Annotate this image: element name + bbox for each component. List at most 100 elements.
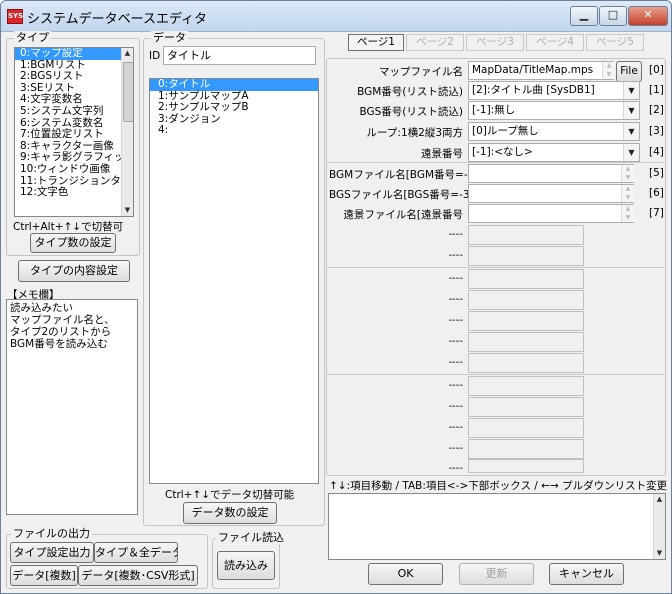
- type-all-data-output-button[interactable]: タイプ＆全データ: [94, 542, 178, 563]
- spin-down-icon[interactable]: ▼: [603, 71, 615, 80]
- loop-select[interactable]: [0]ループ無し ▼: [468, 122, 640, 141]
- data-multi-output-button[interactable]: データ[複数]: [10, 565, 78, 586]
- bgs-file-input[interactable]: [468, 184, 634, 203]
- type-list-item[interactable]: 5:システム文字列: [15, 105, 133, 118]
- empty-field-label: ----: [448, 294, 463, 305]
- cancel-button[interactable]: キャンセル: [549, 563, 624, 585]
- file-output-label: ファイルの出力: [11, 527, 92, 540]
- data-switch-hint: Ctrl+↑↓でデータ切替可能: [165, 489, 295, 501]
- data-list-item[interactable]: 4:: [150, 125, 318, 137]
- bgs-file-spinner[interactable]: ▲ ▼: [621, 185, 634, 202]
- memo-line: BGM番号を読み込む: [10, 338, 108, 350]
- description-scrollbar[interactable]: ▲ ▼: [653, 494, 665, 559]
- description-box[interactable]: ▲ ▼: [328, 493, 666, 560]
- empty-field: [468, 246, 584, 266]
- spin-up-icon[interactable]: ▲: [622, 165, 634, 174]
- ok-button[interactable]: OK: [368, 563, 443, 585]
- spin-down-icon[interactable]: ▼: [622, 174, 634, 183]
- type-settings-output-button[interactable]: タイプ設定出力: [10, 542, 94, 563]
- empty-field: [468, 459, 584, 473]
- map-file-input[interactable]: MapData/TitleMap.mps: [468, 61, 614, 80]
- bgm-number-value: [2]:タイトル曲 [SysDB1]: [472, 84, 595, 96]
- data-list-item[interactable]: 0:タイトル: [150, 79, 318, 91]
- field-index: [1]: [649, 84, 664, 96]
- empty-field: [468, 397, 584, 417]
- tab-page-5[interactable]: ページ5: [586, 34, 644, 51]
- bgm-number-select[interactable]: [2]:タイトル曲 [SysDB1] ▼: [468, 81, 640, 100]
- field-label-bgm-file: BGMファイル名[BGM番号=-3]: [329, 169, 479, 181]
- tab-page-2[interactable]: ページ2: [406, 34, 464, 51]
- type-list-item[interactable]: 7:位置設定リスト: [15, 129, 133, 141]
- field-label-map-file: マップファイル名: [379, 66, 463, 78]
- data-csv-output-button[interactable]: データ[複数･CSV形式]: [78, 565, 198, 586]
- spin-up-icon[interactable]: ▲: [622, 185, 634, 194]
- scroll-down-icon[interactable]: ▼: [122, 205, 133, 216]
- type-list-scrollbar[interactable]: ▲ ▼: [121, 48, 133, 216]
- dropdown-arrow-icon[interactable]: ▼: [623, 144, 639, 161]
- memo-line: マップファイル名と、: [10, 314, 115, 326]
- field-label-panorama-number: 遠景番号: [421, 148, 463, 160]
- field-index: [0]: [649, 64, 664, 76]
- type-list-item[interactable]: 10:ウィンドウ画像: [15, 163, 133, 176]
- app-icon: SYS: [7, 9, 23, 24]
- dropdown-arrow-icon[interactable]: ▼: [623, 82, 639, 99]
- map-file-spinner[interactable]: ▲ ▼: [602, 62, 615, 79]
- field-label-bgs-file: BGSファイル名[BGS番号=-3]: [329, 189, 474, 201]
- fields-divider: [326, 267, 664, 268]
- file-browse-button[interactable]: File: [616, 61, 642, 82]
- scroll-thumb[interactable]: [123, 62, 133, 122]
- data-list[interactable]: 0:タイトル 1:サンプルマップA 2:サンプルマップB 3:ダンジョン 4:: [149, 78, 319, 484]
- scroll-up-icon[interactable]: ▲: [122, 48, 133, 59]
- memo-textarea[interactable]: 読み込みたい マップファイル名と、 タイプ2のリストから BGM番号を読み込む: [6, 299, 138, 515]
- empty-field-label: ----: [448, 357, 463, 368]
- scroll-down-icon[interactable]: ▼: [654, 548, 665, 559]
- panorama-number-select[interactable]: [-1]:<なし> ▼: [468, 143, 640, 162]
- bgs-number-select[interactable]: [-1]:無し ▼: [468, 101, 640, 120]
- type-group-label: タイプ: [14, 31, 51, 44]
- bgm-file-input[interactable]: [468, 164, 634, 183]
- type-count-button[interactable]: タイプ数の設定: [30, 233, 116, 253]
- tab-page-3[interactable]: ページ3: [466, 34, 524, 51]
- title-bar[interactable]: SYS システムデータベースエディタ ▁ □ ✕: [1, 1, 671, 32]
- scroll-up-icon[interactable]: ▲: [654, 494, 665, 505]
- empty-field-label: ----: [448, 401, 463, 412]
- bgm-file-spinner[interactable]: ▲ ▼: [621, 165, 634, 182]
- spin-up-icon[interactable]: ▲: [622, 205, 634, 214]
- spin-down-icon[interactable]: ▼: [622, 214, 634, 223]
- spin-up-icon[interactable]: ▲: [603, 62, 615, 71]
- empty-field: [468, 418, 584, 438]
- close-button[interactable]: ✕: [628, 6, 668, 26]
- dropdown-arrow-icon[interactable]: ▼: [623, 102, 639, 119]
- field-label-panorama-file: 遠景ファイル名[遠景番号: [343, 209, 463, 221]
- type-list[interactable]: 0:マップ設定 1:BGMリスト 2:BGSリスト 3:SEリスト 4:文字変数…: [14, 47, 134, 217]
- empty-field-label: ----: [448, 315, 463, 326]
- tab-page-4[interactable]: ページ4: [526, 34, 584, 51]
- id-input[interactable]: タイトル: [163, 46, 316, 65]
- field-label-loop: ループ:1横2縦3両方: [366, 127, 463, 139]
- tab-page-1[interactable]: ページ1: [348, 34, 404, 51]
- empty-field-label: ----: [448, 463, 463, 474]
- minimize-button[interactable]: ▁: [570, 6, 598, 26]
- empty-field-label: ----: [448, 422, 463, 433]
- file-read-button[interactable]: 読み込み: [217, 551, 275, 580]
- type-list-item[interactable]: 0:マップ設定: [15, 48, 133, 60]
- update-button[interactable]: 更新: [459, 563, 534, 585]
- panorama-file-input[interactable]: [468, 204, 634, 223]
- type-content-button[interactable]: タイプの内容設定: [18, 260, 130, 282]
- data-group-label: データ: [151, 31, 188, 44]
- field-index: [5]: [649, 167, 664, 179]
- data-list-item[interactable]: 3:ダンジョン: [150, 113, 318, 126]
- panorama-file-spinner[interactable]: ▲ ▼: [621, 205, 634, 222]
- spin-down-icon[interactable]: ▼: [622, 194, 634, 203]
- field-index: [4]: [649, 146, 664, 158]
- empty-field-label: ----: [448, 443, 463, 454]
- type-list-item[interactable]: 12:文字色: [15, 187, 133, 199]
- dropdown-arrow-icon[interactable]: ▼: [623, 123, 639, 140]
- empty-field: [468, 376, 584, 396]
- maximize-button[interactable]: □: [599, 6, 627, 26]
- empty-field: [468, 439, 584, 459]
- window-title: システムデータベースエディタ: [27, 12, 208, 27]
- field-index: [6]: [649, 187, 664, 199]
- help-text: ↑↓:項目移動 / TAB:項目<->下部ボックス / ←→ プルダウンリスト変…: [329, 480, 668, 492]
- data-count-button[interactable]: データ数の設定: [183, 502, 277, 524]
